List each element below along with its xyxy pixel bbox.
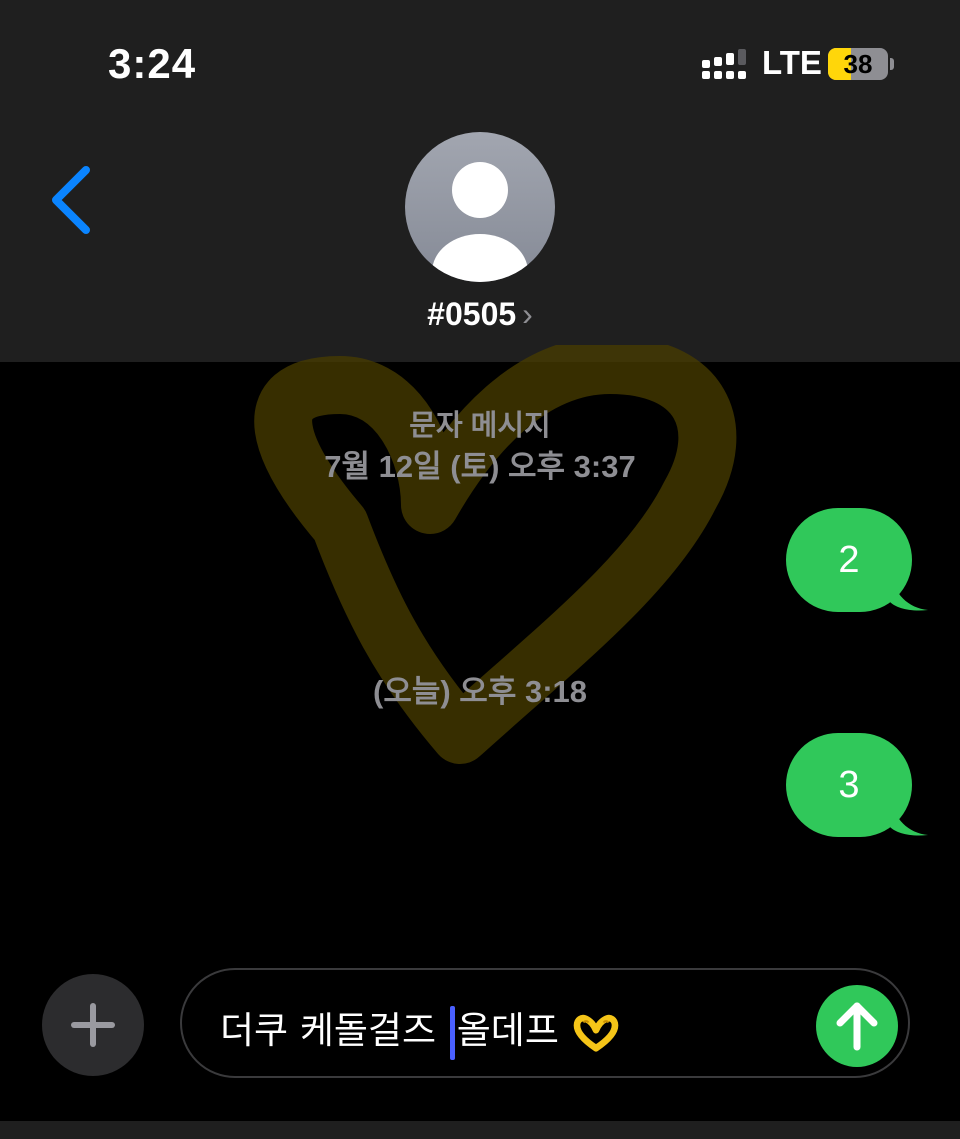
chevron-left-icon[interactable]	[48, 164, 96, 236]
bubble-tail	[890, 797, 928, 836]
chevron-right-icon: ›	[522, 296, 533, 332]
battery-icon: 38	[828, 48, 888, 80]
contact-name-button[interactable]: #0505 ›	[0, 296, 960, 333]
conversation-header: 3:24 LTE 38 #0505 ›	[0, 0, 960, 362]
message-timestamp: (오늘) 오후 3:18	[373, 674, 587, 709]
message-input-text: 더쿠 케돌걸즈 올데프	[220, 1000, 619, 1060]
message-input[interactable]: 더쿠 케돌걸즈 올데프	[180, 968, 910, 1078]
status-time: 3:24	[108, 40, 197, 87]
contact-avatar[interactable]	[405, 132, 555, 282]
contact-name: #0505	[427, 296, 517, 332]
keyboard-edge	[0, 1121, 960, 1139]
network-type: LTE	[762, 44, 822, 81]
arrow-up-icon	[836, 1002, 878, 1051]
signal-strength-icon	[702, 49, 746, 79]
message-text: 2	[838, 539, 860, 581]
bubble-tail	[890, 572, 928, 611]
send-button[interactable]	[816, 985, 898, 1067]
battery-cap	[890, 58, 894, 70]
input-text-after-cursor: 올데프	[456, 1009, 559, 1052]
message-timestamp: 7월 12일 (토) 오후 3:37	[324, 449, 636, 484]
heart-hands-emoji-icon	[573, 1014, 618, 1052]
battery-level: 38	[843, 49, 873, 79]
plus-icon	[71, 1003, 115, 1047]
message-text: 3	[838, 764, 860, 806]
input-text-before-cursor: 더쿠 케돌걸즈	[220, 1009, 448, 1052]
service-label: 문자 메시지	[409, 410, 551, 442]
text-cursor	[449, 1005, 455, 1060]
add-attachment-button[interactable]	[42, 974, 144, 1076]
person-silhouette-icon	[432, 162, 528, 282]
